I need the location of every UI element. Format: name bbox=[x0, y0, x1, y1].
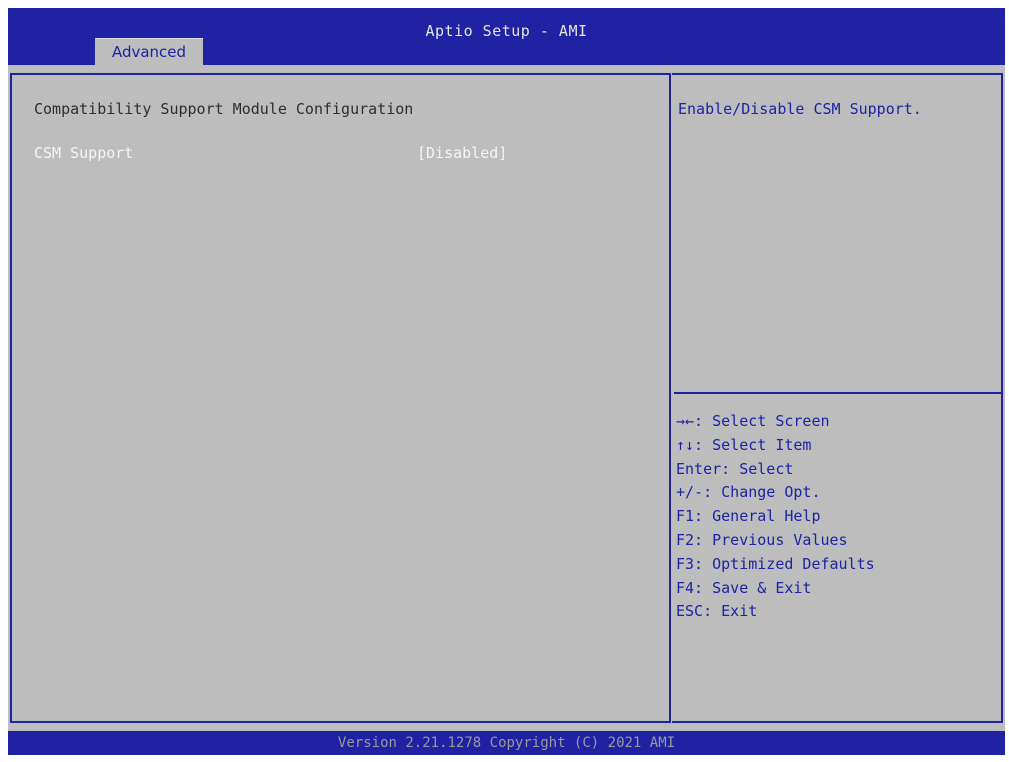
help-panel: Enable/Disable CSM Support. →←: Select S… bbox=[672, 73, 1003, 723]
setting-value-dropdown[interactable]: [Disabled] bbox=[417, 144, 507, 162]
key-hint-general-help: F1: General Help bbox=[676, 507, 821, 526]
help-divider bbox=[674, 392, 1001, 394]
key-legend: →←: Select Screen ↑↓: Select Item Enter:… bbox=[676, 410, 875, 624]
content-area: Compatibility Support Module Configurati… bbox=[8, 65, 1005, 739]
setting-csm-support[interactable]: CSM Support [Disabled] bbox=[34, 144, 654, 166]
main-panel: Compatibility Support Module Configurati… bbox=[10, 73, 671, 723]
key-hint-select-item: ↑↓: Select Item bbox=[676, 435, 812, 454]
key-hint-optimized-defaults: F3: Optimized Defaults bbox=[676, 554, 875, 573]
key-hint-save-exit: F4: Save & Exit bbox=[676, 578, 812, 597]
help-description: Enable/Disable CSM Support. bbox=[678, 100, 922, 118]
bios-setup-screen: Aptio Setup - AMI Advanced Compatibility… bbox=[0, 8, 1009, 755]
tab-advanced[interactable]: Advanced bbox=[95, 38, 203, 66]
key-hint-exit: ESC: Exit bbox=[676, 602, 758, 621]
section-title: Compatibility Support Module Configurati… bbox=[34, 100, 414, 118]
header-bar: Aptio Setup - AMI Advanced bbox=[8, 8, 1005, 66]
key-hint-enter: Enter: Select bbox=[676, 459, 794, 478]
setting-label: CSM Support bbox=[34, 144, 134, 162]
key-hint-select-screen: →←: Select Screen bbox=[676, 412, 830, 430]
key-hint-change-opt: +/-: Change Opt. bbox=[676, 483, 821, 502]
version-text: Version 2.21.1278 Copyright (C) 2021 AMI bbox=[337, 735, 676, 751]
footer-bar: Version 2.21.1278 Copyright (C) 2021 AMI bbox=[8, 731, 1005, 755]
key-hint-previous-values: F2: Previous Values bbox=[676, 530, 848, 549]
